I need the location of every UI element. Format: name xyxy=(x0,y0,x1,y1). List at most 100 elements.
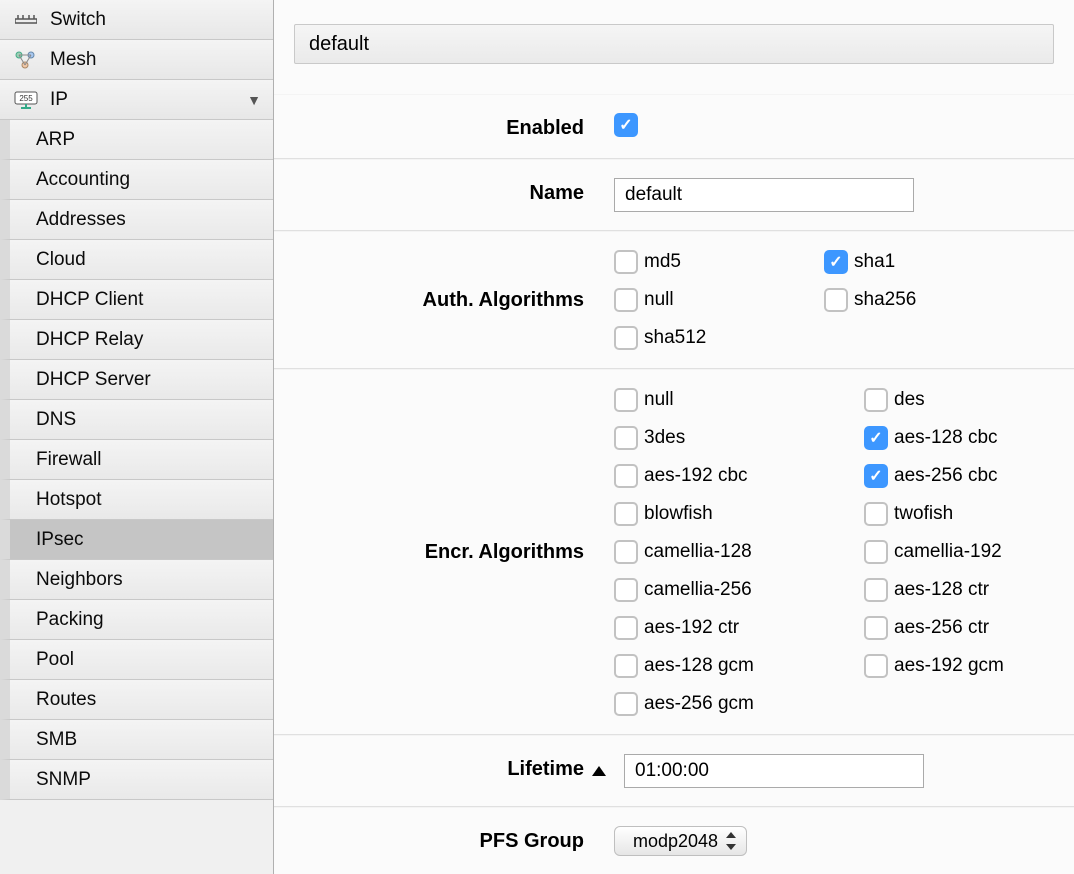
encr-checkbox-camellia-256[interactable] xyxy=(614,578,638,602)
auth-option-sha1: ✓ sha1 xyxy=(824,250,994,274)
encr-checkbox-camellia-128[interactable] xyxy=(614,540,638,564)
encr-label: aes-256 ctr xyxy=(894,617,989,639)
sidebar-item-routes[interactable]: Routes xyxy=(0,680,273,720)
name-input[interactable] xyxy=(614,178,914,212)
sidebar-item-smb[interactable]: SMB xyxy=(0,720,273,760)
encr-option-aes-256-gcm: aes-256 gcm xyxy=(614,692,824,716)
encr-checkbox-aes-128-ctr[interactable] xyxy=(864,578,888,602)
pfs-group-select[interactable]: modp2048 xyxy=(614,826,747,856)
chevron-down-icon: ▼ xyxy=(247,92,261,108)
sidebar-item-arp[interactable]: ARP xyxy=(0,120,273,160)
auth-checkbox-null[interactable] xyxy=(614,288,638,312)
sidebar-item-hotspot[interactable]: Hotspot xyxy=(0,480,273,520)
row-pfs-group: PFS Group modp2048 xyxy=(274,807,1074,874)
encr-label: camellia-192 xyxy=(894,541,1002,563)
encr-option-camellia-192: camellia-192 xyxy=(864,540,1074,564)
sidebar-item-dhcp-client[interactable]: DHCP Client xyxy=(0,280,273,320)
nav-ip[interactable]: 255 IP ▼ xyxy=(0,80,273,120)
auth-checkbox-md5[interactable] xyxy=(614,250,638,274)
encr-label: aes-256 gcm xyxy=(644,693,754,715)
sidebar-item-packing[interactable]: Packing xyxy=(0,600,273,640)
sidebar-item-neighbors[interactable]: Neighbors xyxy=(0,560,273,600)
sidebar-item-dhcp-server[interactable]: DHCP Server xyxy=(0,360,273,400)
auth-checkbox-sha256[interactable] xyxy=(824,288,848,312)
encr-option-twofish: twofish xyxy=(864,502,1074,526)
label-enabled: Enabled xyxy=(274,113,614,140)
nav-switch[interactable]: Switch xyxy=(0,0,273,40)
encr-option-camellia-256: camellia-256 xyxy=(614,578,824,602)
collapse-up-icon[interactable] xyxy=(592,766,606,776)
sidebar-item-pool[interactable]: Pool xyxy=(0,640,273,680)
encr-checkbox-aes-192-gcm[interactable] xyxy=(864,654,888,678)
mesh-icon xyxy=(12,48,40,72)
lifetime-input[interactable] xyxy=(624,754,924,788)
encr-label: aes-192 cbc xyxy=(644,465,748,487)
label-auth: Auth. Algorithms xyxy=(274,289,614,312)
row-name: Name xyxy=(274,159,1074,231)
encr-label: des xyxy=(894,389,925,411)
page-title: default xyxy=(294,24,1054,64)
enabled-checkbox[interactable]: ✓ xyxy=(614,113,638,137)
encr-option-aes-192-cbc: aes-192 cbc xyxy=(614,464,824,488)
encr-label: aes-128 ctr xyxy=(894,579,989,601)
content-pane: default Enabled ✓ Name Auth. Algorithms … xyxy=(274,0,1074,874)
encr-option-3des: 3des xyxy=(614,426,824,450)
encr-option-aes-192-ctr: aes-192 ctr xyxy=(614,616,824,640)
auth-checkbox-sha512[interactable] xyxy=(614,326,638,350)
nav-mesh[interactable]: Mesh xyxy=(0,40,273,80)
auth-option-sha256: sha256 xyxy=(824,288,994,312)
encr-option-aes-128-ctr: aes-128 ctr xyxy=(864,578,1074,602)
auth-label: sha512 xyxy=(644,327,706,349)
sidebar-item-accounting[interactable]: Accounting xyxy=(0,160,273,200)
auth-option-md5: md5 xyxy=(614,250,784,274)
encr-checkbox-aes-192-ctr[interactable] xyxy=(614,616,638,640)
encr-option-aes-128-cbc: ✓ aes-128 cbc xyxy=(864,426,1074,450)
nav-label: Switch xyxy=(50,9,106,31)
encr-option-null: null xyxy=(614,388,824,412)
encr-checkbox-aes-256-gcm[interactable] xyxy=(614,692,638,716)
encr-label: aes-192 gcm xyxy=(894,655,1004,677)
encr-checkbox-aes-256-ctr[interactable] xyxy=(864,616,888,640)
encr-checkbox-3des[interactable] xyxy=(614,426,638,450)
encr-label: aes-128 cbc xyxy=(894,427,998,449)
sidebar: Switch Mesh 255 IP ▼ ARP Accounting Addr… xyxy=(0,0,274,874)
auth-checkbox-sha1[interactable]: ✓ xyxy=(824,250,848,274)
label-encr: Encr. Algorithms xyxy=(274,541,614,564)
encr-label: aes-128 gcm xyxy=(644,655,754,677)
sidebar-item-firewall[interactable]: Firewall xyxy=(0,440,273,480)
nav-label: IP xyxy=(50,89,68,111)
encr-checkbox-aes-256-cbc[interactable]: ✓ xyxy=(864,464,888,488)
auth-label: sha1 xyxy=(854,251,895,273)
sidebar-item-cloud[interactable]: Cloud xyxy=(0,240,273,280)
auth-label: md5 xyxy=(644,251,681,273)
auth-label: null xyxy=(644,289,674,311)
encr-option-aes-192-gcm: aes-192 gcm xyxy=(864,654,1074,678)
sidebar-item-dns[interactable]: DNS xyxy=(0,400,273,440)
encr-algorithms-grid: null des 3des ✓ aes-128 cbc aes-192 cbc ✓ aes-2… xyxy=(614,388,1074,716)
encr-checkbox-twofish[interactable] xyxy=(864,502,888,526)
encr-label: 3des xyxy=(644,427,685,449)
encr-checkbox-aes-192-cbc[interactable] xyxy=(614,464,638,488)
row-encr-algorithms: Encr. Algorithms null des 3des ✓ aes-128 cbc… xyxy=(274,369,1074,735)
encr-checkbox-blowfish[interactable] xyxy=(614,502,638,526)
label-pfs: PFS Group xyxy=(274,826,614,853)
sidebar-item-snmp[interactable]: SNMP xyxy=(0,760,273,800)
encr-label: camellia-128 xyxy=(644,541,752,563)
sidebar-item-ipsec[interactable]: IPsec xyxy=(0,520,273,560)
sidebar-item-addresses[interactable]: Addresses xyxy=(0,200,273,240)
encr-label: aes-192 ctr xyxy=(644,617,739,639)
encr-checkbox-aes-128-cbc[interactable]: ✓ xyxy=(864,426,888,450)
auth-algorithms-grid: md5 ✓ sha1 null sha256 sha512 xyxy=(614,250,994,350)
encr-checkbox-des[interactable] xyxy=(864,388,888,412)
encr-option-blowfish: blowfish xyxy=(614,502,824,526)
encr-checkbox-aes-128-gcm[interactable] xyxy=(614,654,638,678)
encr-checkbox-camellia-192[interactable] xyxy=(864,540,888,564)
sidebar-item-dhcp-relay[interactable]: DHCP Relay xyxy=(0,320,273,360)
auth-option-null: null xyxy=(614,288,784,312)
svg-text:255: 255 xyxy=(19,94,33,103)
encr-label: twofish xyxy=(894,503,953,525)
encr-label: camellia-256 xyxy=(644,579,752,601)
encr-option-aes-256-ctr: aes-256 ctr xyxy=(864,616,1074,640)
label-lifetime: Lifetime xyxy=(274,754,614,781)
encr-checkbox-null[interactable] xyxy=(614,388,638,412)
